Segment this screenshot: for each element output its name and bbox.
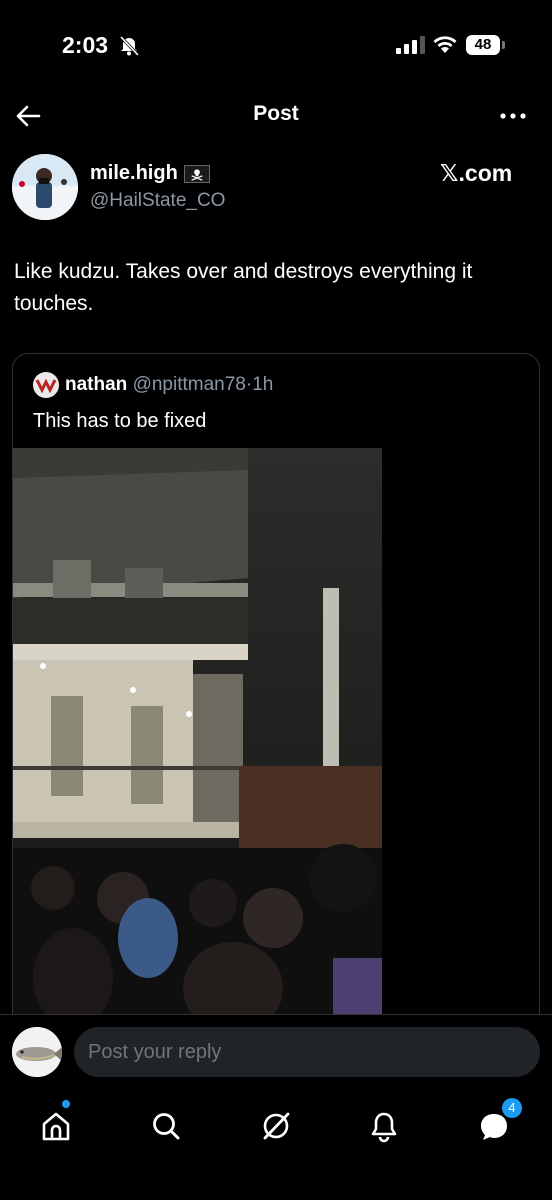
home-icon: [42, 1112, 70, 1141]
wifi-icon: [433, 36, 457, 53]
bell-off-icon: [119, 36, 140, 56]
bottom-nav: 4: [0, 1094, 552, 1200]
grok-icon: [263, 1112, 290, 1140]
nav-notifications[interactable]: [362, 1104, 406, 1148]
reply-input[interactable]: [74, 1027, 540, 1077]
quoted-text: This has to be fixed: [33, 410, 207, 432]
quoted-name: nathan: [65, 374, 128, 395]
author-avatar[interactable]: [12, 154, 78, 220]
quoted-avatar-image: [33, 372, 59, 398]
user-avatar-image: [12, 1027, 62, 1077]
messages-badge: 4: [502, 1098, 522, 1118]
quoted-time: 1h: [252, 374, 274, 395]
battery-tip: [502, 41, 505, 49]
nav-grok[interactable]: [254, 1104, 298, 1148]
quoted-handle: @npittman78: [132, 374, 246, 395]
quoted-meta: nathan @npittman78·1h: [65, 374, 273, 396]
reply-bar: [0, 1014, 552, 1094]
quoted-post[interactable]: nathan @npittman78·1h This has to be fix…: [12, 353, 540, 1033]
author-handle[interactable]: @HailState_CO: [90, 190, 225, 212]
pirate-flag-icon: [183, 164, 210, 183]
search-icon: [153, 1113, 180, 1140]
quoted-video[interactable]: [13, 448, 382, 1032]
user-avatar[interactable]: [12, 1027, 62, 1077]
signal-icon: [396, 36, 425, 54]
author-name-row[interactable]: mile.high: [90, 162, 210, 185]
nav-home[interactable]: [34, 1104, 78, 1148]
page-title: Post: [253, 102, 299, 125]
notifications-icon: [371, 1112, 397, 1143]
battery-indicator: 48: [466, 35, 500, 55]
status-bar: 2:03 48: [0, 0, 552, 90]
home-unread-dot: [62, 1100, 70, 1108]
source-badge: 𝕏.com: [440, 160, 513, 186]
post-text: Like kudzu. Takes over and destroys ever…: [14, 260, 473, 315]
author-name[interactable]: mile.high: [90, 162, 178, 185]
status-time: 2:03: [62, 32, 109, 58]
quoted-avatar: [33, 372, 59, 398]
nav-search[interactable]: [144, 1104, 188, 1148]
more-options-icon[interactable]: [498, 108, 528, 124]
author-avatar-image: [12, 154, 78, 220]
quoted-video-frame: [13, 448, 382, 1032]
